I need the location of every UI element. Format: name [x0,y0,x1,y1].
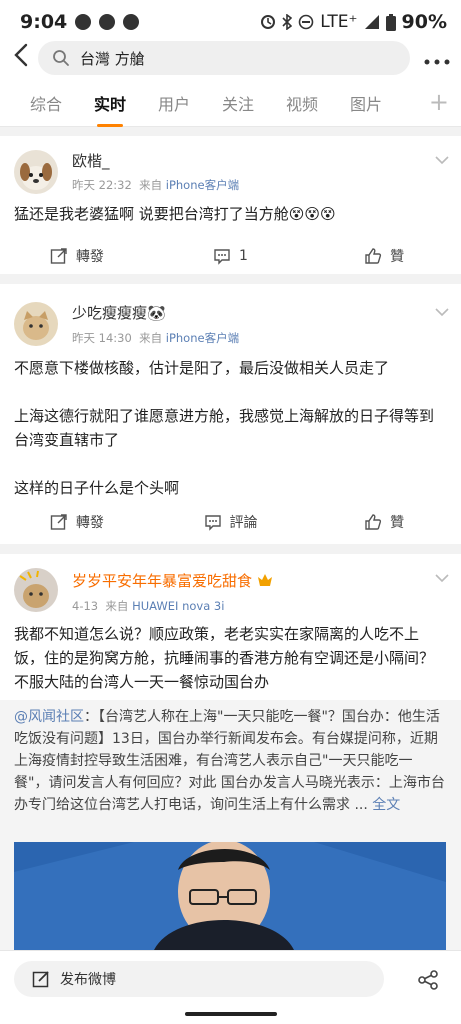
expand-full-text-link[interactable]: 全文 [372,797,400,813]
search-header: 台灣 方艙 [0,36,461,80]
tab-users[interactable]: 用户 [142,91,206,115]
post-time: 昨天 14:30 [72,331,132,345]
post-time: 昨天 22:32 [72,178,132,192]
cat-avatar-image [14,568,58,612]
username-text: 岁岁平安年年暴富爱吃甜食 [72,572,253,590]
avatar[interactable] [14,302,58,346]
post-source[interactable]: iPhone客户端 [166,178,239,192]
battery-icon [385,13,396,31]
bottom-compose-bar: 发布微博 [0,950,461,1007]
post-actions: 轉發 評論 贊 [0,502,461,542]
home-gesture-handle[interactable] [185,1012,277,1016]
cat-avatar-image [14,302,58,346]
post-card: 欧楷_ 昨天 22:32 来自 iPhone客户端 猛还是我老婆猛啊 说要把台湾… [0,136,461,274]
comment-icon [214,249,230,265]
repost-label: 轉發 [75,515,104,531]
thumbs-up-icon [365,248,382,264]
post-time: 4-13 [72,599,99,613]
post-text: 猛还是我老婆猛啊 说要把台湾打了当方舱😵😵😵 [14,205,336,223]
repost-label: 轉發 [75,249,104,265]
username[interactable]: 少吃瘦瘦瘦🐼 [72,302,166,323]
like-label: 贊 [390,515,405,531]
search-query: 台灣 方艙 [80,49,145,68]
text-line [14,380,446,404]
comment-button[interactable]: 1 [154,247,308,265]
tab-video[interactable]: 视频 [270,91,334,115]
post-actions: 轉發 1 贊 [0,236,461,276]
status-time: 9:04 [20,11,68,33]
text-line: 上海这德行就阳了谁愿意进方舱，我感觉上海解放的日子得等到台湾变直辖市了 [14,407,435,449]
source-prefix: 来自 [139,178,163,192]
edit-icon [32,971,49,988]
comment-icon [204,515,221,531]
text-line: 不愿意下楼做核酸，估计是阳了，最后没做相关人员走了 [14,359,390,377]
chat-notification-icon [123,14,140,30]
post-text: 不愿意下楼做核酸，估计是阳了，最后没做相关人员走了 上海这德行就阳了谁愿意进方舱… [14,356,446,500]
chevron-down-icon[interactable] [435,574,449,583]
tab-realtime[interactable]: 实时 [78,91,142,127]
quoted-user-link[interactable]: @风闻社区 [14,709,84,725]
chevron-down-icon[interactable] [435,308,449,317]
repost-icon [50,248,67,264]
post-text: 我都不知道怎么说？顺应政策，老老实实在家隔离的人吃不上饭，住的是狗窝方舱，抗睡闹… [14,625,435,691]
repost-button[interactable]: 轉發 [0,246,154,266]
share-icon[interactable] [417,969,439,991]
compose-label: 发布微博 [60,972,116,988]
tab-images[interactable]: 图片 [334,91,398,115]
search-input[interactable]: 台灣 方艙 [38,41,410,75]
comment-label: 評論 [229,515,258,531]
like-button[interactable]: 贊 [307,512,461,532]
post-card: 岁岁平安年年暴富爱吃甜食 4-13 来自 HUAWEI nova 3i 我都不知… [0,554,461,950]
filter-tabs: 综合 实时 用户 关注 视频 图片 + [0,80,461,127]
source-prefix: 来自 [105,599,129,613]
tab-comprehensive[interactable]: 综合 [14,91,78,115]
avatar[interactable] [14,568,58,612]
do-not-disturb-icon [298,14,314,30]
avatar[interactable] [14,150,58,194]
crown-badge-icon [257,574,272,586]
username[interactable]: 欧楷_ [72,150,110,171]
post-card: 少吃瘦瘦瘦🐼 昨天 14:30 来自 iPhone客户端 不愿意下楼做核酸，估计… [0,284,461,544]
compose-post-button[interactable]: 发布微博 [14,961,384,997]
chevron-down-icon[interactable] [435,156,449,165]
repost-button[interactable]: 轉發 [0,512,154,532]
quoted-post-photo[interactable] [14,842,446,950]
quoted-post[interactable]: @风闻社区：【台湾艺人称在上海"一天只能吃一餐"？国台办：他生活吃饭没有问题】1… [0,700,461,950]
spokesperson-photo [14,842,446,950]
system-navigation-bar [0,1006,461,1024]
chevron-left-icon [14,43,28,67]
thumbs-up-icon [365,514,382,530]
like-label: 贊 [390,249,405,265]
network-type: LTE⁺ [320,12,358,32]
post-meta: 昨天 14:30 来自 iPhone客户端 [72,330,239,346]
signal-icon [364,15,379,29]
repost-icon [50,514,67,530]
more-options-button[interactable] [424,46,450,71]
back-button[interactable] [6,43,36,73]
comment-button[interactable]: 評論 [154,512,308,532]
battery-percent: 90% [401,11,447,33]
post-meta: 4-13 来自 HUAWEI nova 3i [72,598,224,614]
search-icon [53,50,69,66]
more-dots-icon [424,59,450,64]
source-prefix: 来自 [139,331,163,345]
alarm-icon [261,15,276,29]
quoted-post-text: @风闻社区：【台湾艺人称在上海"一天只能吃一餐"？国台办：他生活吃饭没有问题】1… [14,706,446,816]
username[interactable]: 岁岁平安年年暴富爱吃甜食 [72,570,273,591]
like-button[interactable]: 贊 [307,246,461,266]
post-source[interactable]: HUAWEI nova 3i [132,599,224,613]
line-app-icon [75,14,92,30]
bluetooth-icon [282,14,293,30]
text-line: 这样的日子什么是个头啊 [14,479,180,497]
post-meta: 昨天 22:32 来自 iPhone客户端 [72,177,239,193]
comment-count: 1 [239,248,248,264]
tab-following[interactable]: 关注 [206,91,270,115]
post-source[interactable]: iPhone客户端 [166,331,239,345]
notification-dot-icon [99,14,116,30]
dog-avatar-image [14,150,58,194]
text-line [14,452,446,476]
add-tab-button[interactable]: + [429,88,449,116]
